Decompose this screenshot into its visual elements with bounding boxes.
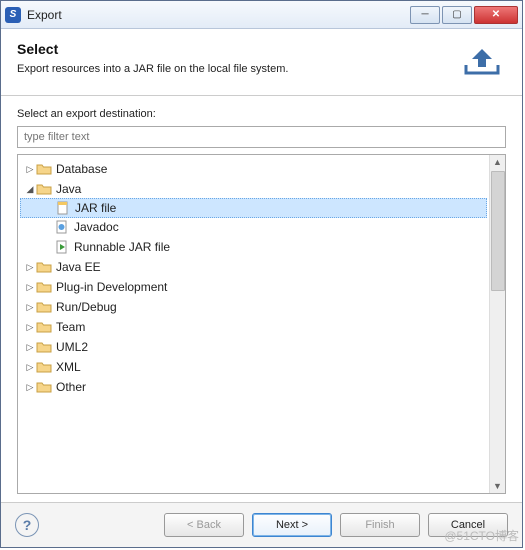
- jar-icon: [55, 201, 71, 215]
- tree-item-label: Runnable JAR file: [74, 240, 170, 254]
- minimize-button[interactable]: ─: [410, 6, 440, 24]
- wizard-banner: Select Export resources into a JAR file …: [1, 29, 522, 96]
- tree-item-label: Javadoc: [74, 220, 119, 234]
- expand-icon[interactable]: ▷: [24, 262, 36, 273]
- expand-icon[interactable]: ▷: [24, 342, 36, 353]
- tree-scrollbar[interactable]: ▲ ▼: [489, 155, 505, 493]
- tree-item[interactable]: JAR file: [20, 198, 487, 218]
- content-area: Select an export destination: ▷ Database ◢…: [1, 96, 522, 502]
- export-icon: [458, 41, 506, 81]
- button-bar: ? < Back Next > Finish Cancel: [1, 502, 522, 547]
- destination-label: Select an export destination:: [17, 108, 506, 120]
- tree-folder[interactable]: ▷ UML2: [20, 337, 487, 357]
- folder-icon: [36, 340, 52, 354]
- expand-icon[interactable]: ▷: [24, 302, 36, 313]
- finish-button[interactable]: Finish: [340, 513, 420, 537]
- tree-folder[interactable]: ▷ Database: [20, 159, 487, 179]
- tree-item[interactable]: Javadoc: [20, 217, 487, 237]
- runjar-icon: [54, 240, 70, 254]
- next-button[interactable]: Next >: [252, 513, 332, 537]
- filter-input[interactable]: [17, 126, 506, 148]
- tree-item-label: Java EE: [56, 260, 101, 274]
- tree-folder[interactable]: ▷ Java EE: [20, 257, 487, 277]
- titlebar[interactable]: S Export ─ ▢ ✕: [1, 1, 522, 29]
- scroll-up-button[interactable]: ▲: [491, 155, 505, 169]
- expand-icon[interactable]: ▷: [24, 322, 36, 333]
- app-icon: S: [5, 7, 21, 23]
- tree-folder[interactable]: ◢ Java: [20, 179, 487, 199]
- tree-item-label: Run/Debug: [56, 300, 117, 314]
- tree-folder[interactable]: ▷ Team: [20, 317, 487, 337]
- expand-icon[interactable]: ◢: [24, 184, 36, 195]
- tree-folder[interactable]: ▷ Run/Debug: [20, 297, 487, 317]
- javadoc-icon: [54, 220, 70, 234]
- folder-icon: [36, 360, 52, 374]
- tree-item-label: Team: [56, 320, 85, 334]
- tree-item-label: Plug-in Development: [56, 280, 167, 294]
- folder-icon: [36, 280, 52, 294]
- export-tree[interactable]: ▷ Database ◢ Java JAR file Javadoc Runnable JA…: [18, 155, 489, 493]
- folder-icon: [36, 162, 52, 176]
- expand-icon[interactable]: ▷: [24, 282, 36, 293]
- close-button[interactable]: ✕: [474, 6, 518, 24]
- folder-icon: [36, 300, 52, 314]
- tree-item-label: Java: [56, 182, 81, 196]
- back-button[interactable]: < Back: [164, 513, 244, 537]
- scroll-down-button[interactable]: ▼: [491, 479, 505, 493]
- tree-folder[interactable]: ▷ XML: [20, 357, 487, 377]
- tree-item[interactable]: Runnable JAR file: [20, 237, 487, 257]
- tree-item-label: XML: [56, 360, 81, 374]
- help-button[interactable]: ?: [15, 513, 39, 537]
- folder-icon: [36, 260, 52, 274]
- tree-folder[interactable]: ▷ Other: [20, 377, 487, 397]
- folder-icon: [36, 380, 52, 394]
- window-title: Export: [27, 8, 410, 22]
- tree-container: ▷ Database ◢ Java JAR file Javadoc Runnable JA…: [17, 154, 506, 494]
- expand-icon[interactable]: ▷: [24, 362, 36, 373]
- scroll-thumb[interactable]: [491, 171, 505, 291]
- expand-icon[interactable]: ▷: [24, 164, 36, 175]
- tree-folder[interactable]: ▷ Plug-in Development: [20, 277, 487, 297]
- maximize-button[interactable]: ▢: [442, 6, 472, 24]
- tree-item-label: Database: [56, 162, 107, 176]
- export-dialog: S Export ─ ▢ ✕ Select Export resources i…: [0, 0, 523, 548]
- window-controls: ─ ▢ ✕: [410, 6, 518, 24]
- folder-icon: [36, 320, 52, 334]
- folder-icon: [36, 182, 52, 196]
- tree-item-label: Other: [56, 380, 86, 394]
- banner-subheading: Export resources into a JAR file on the …: [17, 63, 458, 75]
- expand-icon[interactable]: ▷: [24, 382, 36, 393]
- tree-item-label: JAR file: [75, 201, 116, 215]
- banner-heading: Select: [17, 41, 458, 57]
- cancel-button[interactable]: Cancel: [428, 513, 508, 537]
- tree-item-label: UML2: [56, 340, 88, 354]
